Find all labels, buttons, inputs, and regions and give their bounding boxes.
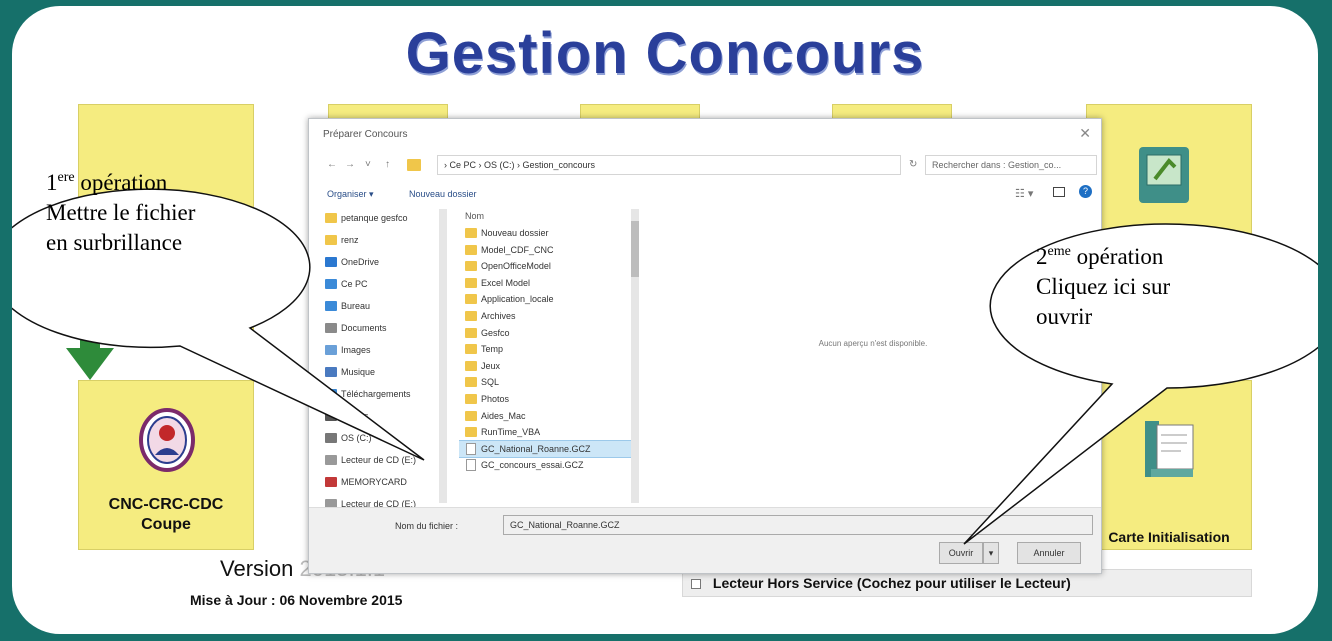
document-icon bbox=[466, 442, 476, 455]
files-scroll-thumb[interactable] bbox=[631, 221, 639, 277]
folder-icon bbox=[465, 261, 477, 272]
column-header-name[interactable]: Nom bbox=[459, 207, 637, 225]
folder-row[interactable]: OpenOfficeModel bbox=[459, 258, 637, 275]
file-name: Photos bbox=[481, 393, 510, 404]
folder-icon bbox=[465, 228, 477, 238]
callout-2-line1: opération bbox=[1070, 244, 1164, 269]
folder-row[interactable]: SQL bbox=[459, 374, 637, 391]
callout-2-num: 2 bbox=[1036, 244, 1048, 269]
callout-2-sup: eme bbox=[1047, 244, 1071, 259]
file-name: Temp bbox=[481, 344, 504, 355]
app-title: Gestion Concours bbox=[405, 21, 925, 86]
card-reader-icon bbox=[1139, 147, 1189, 203]
file-row[interactable]: GC_concours_essai.GCZ bbox=[459, 457, 637, 474]
folder-row[interactable]: Archives bbox=[459, 308, 637, 325]
tree-scrollbar[interactable] bbox=[439, 209, 447, 503]
document-icon bbox=[466, 459, 476, 472]
file-list: Nom Nouveau dossier Model_CDF_CNC OpenOffi… bbox=[459, 207, 637, 509]
folder-row[interactable]: Nouveau dossier bbox=[459, 225, 637, 242]
file-name: Gesfco bbox=[481, 327, 510, 338]
file-name: Nouveau dossier bbox=[481, 228, 549, 238]
file-name: Application_locale bbox=[481, 294, 554, 305]
refresh-icon[interactable]: ↻ bbox=[909, 159, 917, 170]
search-input[interactable]: Rechercher dans : Gestion_co... bbox=[925, 155, 1097, 175]
preview-pane-icon[interactable] bbox=[1053, 187, 1065, 197]
file-name: GC_National_Roanne.GCZ bbox=[481, 443, 591, 454]
file-name: Archives bbox=[481, 310, 516, 321]
callout-1-line3: en surbrillance bbox=[46, 230, 183, 255]
file-name: Model_CDF_CNC bbox=[481, 244, 554, 255]
callout-1-sup: ere bbox=[57, 170, 75, 185]
folder-row[interactable]: Photos bbox=[459, 391, 637, 408]
file-name: RunTime_VBA bbox=[481, 427, 541, 438]
reader-checkbox[interactable] bbox=[691, 579, 701, 589]
folder-row[interactable]: Model_CDF_CNC bbox=[459, 242, 637, 259]
folder-icon bbox=[465, 410, 477, 421]
folder-row[interactable]: Excel Model bbox=[459, 275, 637, 292]
folder-row[interactable]: Aides_Mac bbox=[459, 408, 637, 425]
file-name: SQL bbox=[481, 377, 500, 388]
callout-2-line2: Cliquez ici sur bbox=[1036, 274, 1171, 299]
folder-icon bbox=[465, 294, 477, 305]
folder-row[interactable]: Gesfco bbox=[459, 325, 637, 342]
folder-row[interactable]: Temp bbox=[459, 341, 637, 358]
folder-icon bbox=[465, 244, 477, 255]
callout-text-1: 1ere opération Mettre le fichier en surb… bbox=[46, 168, 195, 258]
folder-icon bbox=[465, 377, 477, 388]
file-name: Excel Model bbox=[481, 277, 531, 288]
window-frame: Gestion Concours CNC-CRC-CDC Coupe Carte… bbox=[0, 0, 1332, 641]
folder-icon bbox=[465, 310, 477, 321]
file-name: Jeux bbox=[481, 360, 501, 371]
view-options-icon[interactable]: ☷ ▾ bbox=[1015, 187, 1033, 200]
folder-icon bbox=[465, 393, 477, 404]
address-bar[interactable]: › Ce PC › OS (C:) › Gestion_concours bbox=[437, 155, 901, 175]
file-name: OpenOfficeModel bbox=[481, 261, 551, 272]
callout-1-num: 1 bbox=[46, 170, 58, 195]
dialog-title: Préparer Concours bbox=[323, 129, 408, 140]
callout-1-line2: Mettre le fichier bbox=[46, 200, 196, 225]
files-scrollbar[interactable] bbox=[631, 209, 639, 503]
folder-icon bbox=[465, 360, 477, 371]
folder-icon bbox=[465, 277, 477, 288]
file-row[interactable]: GC_National_Roanne.GCZ bbox=[459, 439, 637, 459]
folder-row[interactable]: Jeux bbox=[459, 358, 637, 375]
callout-2-line3: ouvrir bbox=[1036, 304, 1093, 329]
file-name: GC_concours_essai.GCZ bbox=[481, 460, 584, 471]
folder-icon bbox=[465, 327, 477, 338]
folder-icon bbox=[465, 427, 477, 438]
folder-icon bbox=[465, 344, 477, 355]
folder-row[interactable]: RunTime_VBA bbox=[459, 424, 637, 441]
callout-text-2: 2eme opération Cliquez ici sur ouvrir bbox=[1036, 242, 1170, 332]
callout-1-line1: opération bbox=[74, 170, 168, 195]
main-panel: Gestion Concours CNC-CRC-CDC Coupe Carte… bbox=[12, 6, 1318, 634]
help-icon[interactable]: ? bbox=[1079, 185, 1092, 198]
folder-row[interactable]: Application_locale bbox=[459, 291, 637, 308]
close-icon[interactable]: ✕ bbox=[1079, 125, 1091, 142]
file-name: Aides_Mac bbox=[481, 410, 526, 421]
